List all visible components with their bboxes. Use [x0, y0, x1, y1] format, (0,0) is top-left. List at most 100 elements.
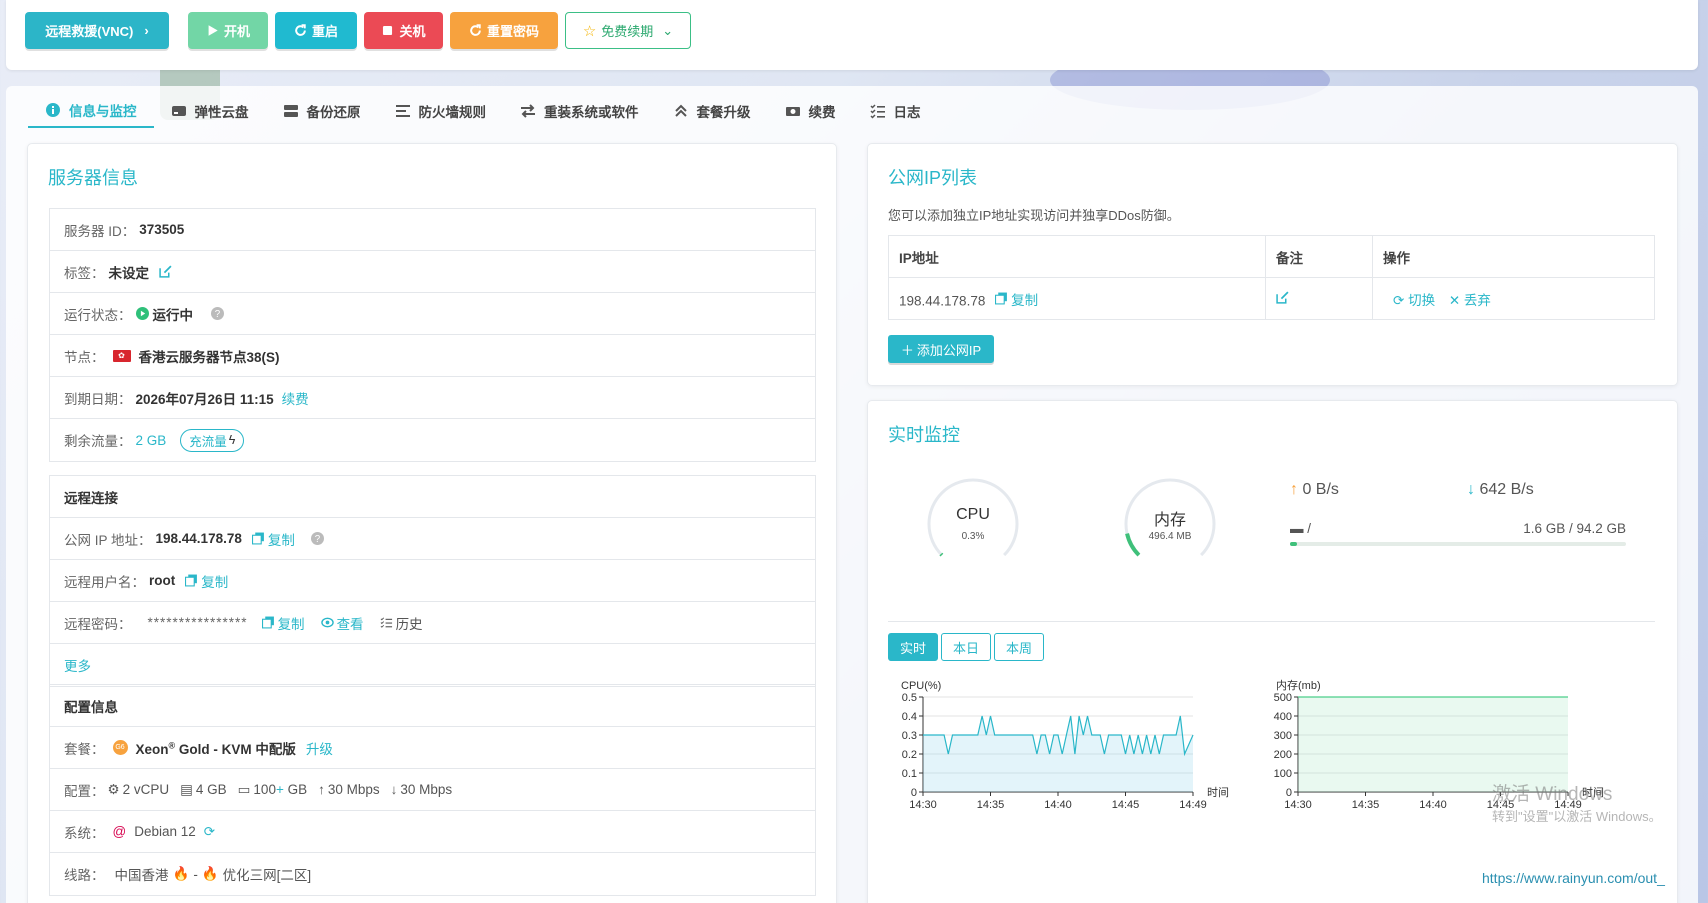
power-off-button[interactable]: 关机 [364, 12, 443, 49]
range-tab-today[interactable]: 本日 [941, 633, 991, 661]
swap-icon [521, 104, 535, 118]
range-tab-week[interactable]: 本周 [994, 633, 1044, 661]
server-info-card: 服务器信息 服务器 ID： 373505 标签： 未设定 运行状态： 运行中 ?… [27, 143, 837, 903]
power-on-button[interactable]: 开机 [188, 12, 268, 49]
switch-ip-button[interactable]: ⟳ 切换 [1393, 293, 1435, 308]
plan-row: 套餐： G6 Xeon® Gold - KVM 中配版 升级 [50, 727, 815, 769]
series-area [1298, 697, 1568, 792]
copy-icon [185, 574, 198, 587]
copy-icon [251, 532, 264, 545]
help-icon[interactable]: ? [310, 532, 324, 545]
password-history-button[interactable]: 历史 [380, 613, 423, 633]
card-title: 实时监控 [888, 425, 960, 445]
tab-renew[interactable]: 续费 [768, 94, 853, 128]
disk-icon: ▬ [1290, 521, 1304, 536]
disk-usage-bar [1290, 542, 1626, 546]
y-tick-label: 0 [1286, 787, 1292, 799]
edit-icon[interactable] [159, 265, 172, 278]
help-icon[interactable]: ? [211, 307, 224, 320]
view-password-button[interactable]: 查看 [320, 613, 364, 633]
series-area [923, 716, 1193, 792]
server-id-value: 373505 [139, 222, 185, 237]
recharge-traffic-button[interactable]: 充流量 ϟ [180, 428, 245, 452]
traffic-row: 剩余流量： 2 GB 充流量 ϟ [50, 419, 815, 461]
tab-firewall[interactable]: 防火墙规则 [378, 94, 504, 128]
card-title: 服务器信息 [48, 168, 138, 188]
windows-activation-title: 激活 Windows [1492, 784, 1613, 805]
divider [888, 621, 1655, 622]
memory-gauge-label: 内存 [1153, 512, 1186, 529]
section-header: 配置信息 [50, 685, 815, 727]
column-header: 操作 [1372, 235, 1655, 278]
x-tick-label: 14:45 [1112, 799, 1140, 811]
range-tab-realtime[interactable]: 实时 [888, 633, 938, 661]
column-header: IP地址 [888, 235, 1266, 278]
remote-user-value: root [149, 573, 176, 588]
remote-password-row: 远程密码： **************** 复制 查看 历史 [50, 602, 815, 644]
cpu-gauge: CPU 0.3% [925, 476, 1021, 572]
chart-title: 内存(mb) [1276, 679, 1321, 692]
x-axis-label: 时间 [1207, 786, 1229, 799]
refresh-icon[interactable]: ⟳ [204, 824, 215, 840]
realtime-monitor-card: 实时监控 CPU 0.3% 内存 496.4 MB ↑ 0 B/s ↓ 642 … [867, 400, 1678, 903]
node-row: 节点： ✿ 香港云服务器节点38(S) [50, 335, 815, 377]
ip-value: 198.44.178.78 [899, 293, 986, 308]
status-value: 运行中 [152, 307, 194, 323]
column-header: 备注 [1265, 235, 1373, 278]
log-icon [869, 104, 885, 119]
y-tick-label: 0.3 [902, 730, 917, 742]
memory-gauge-value: 496.4 MB [1148, 531, 1192, 542]
tab-upgrade[interactable]: 套餐升级 [656, 94, 768, 128]
renew-link[interactable]: 续费 [282, 388, 309, 408]
vnc-button[interactable]: 远程救援(VNC) › [25, 12, 169, 49]
x-tick-label: 14:40 [1419, 799, 1447, 811]
cpu-chip-icon: ⚙ [107, 781, 120, 797]
upgrade-link[interactable]: 升级 [306, 738, 333, 758]
upload-spec: 30 Mbps [327, 782, 380, 797]
memory-gauge: 内存 496.4 MB [1122, 476, 1218, 572]
line-type: 优化三网[二区] [222, 868, 312, 883]
copy-button[interactable]: 复制 [261, 613, 305, 633]
os-value: Debian 12 [134, 824, 196, 839]
stop-icon [383, 25, 393, 36]
tab-backup[interactable]: 备份还原 [266, 94, 378, 128]
restart-button[interactable]: 重启 [275, 12, 357, 49]
ram-spec: 4 GB [195, 782, 227, 797]
cpu-spec: 2 vCPU [122, 782, 170, 797]
tab-elastic-disk[interactable]: 弹性云盘 [154, 94, 266, 128]
chevron-right-icon: › [144, 23, 149, 38]
download-spec: 30 Mbps [400, 782, 453, 797]
card-description: 您可以添加独立IP地址实现访问并独享DDos防御。 [888, 208, 1180, 223]
y-tick-label: 0 [911, 787, 917, 799]
play-icon [208, 25, 218, 36]
reset-password-button[interactable]: 重置密码 [450, 12, 558, 49]
copy-button[interactable]: 复制 [185, 571, 228, 591]
tag-value: 未设定 [108, 265, 150, 281]
copy-button[interactable]: 复制 [251, 529, 295, 549]
expire-value: 2026年07月26日 11:15 [135, 391, 274, 407]
copy-button[interactable]: 复制 [995, 289, 1038, 309]
tab-info-monitor[interactable]: 信息与监控 [28, 94, 154, 128]
edit-icon[interactable] [1276, 290, 1289, 304]
more-row: 更多 [50, 644, 815, 686]
tab-reinstall[interactable]: 重装系统或软件 [503, 94, 656, 128]
disk-spec: 100+ GB [253, 782, 308, 797]
add-public-ip-button[interactable]: ＋添加公网IP [888, 335, 994, 363]
free-renew-button[interactable]: ☆ 免费续期 ⌄ [565, 12, 691, 49]
download-arrow-icon: ↓ [390, 782, 398, 797]
disk-icon: ▭ [237, 781, 251, 797]
action-toolbar: 远程救援(VNC) › 开机 重启 关机 重置密码 ☆ 免费续期 ⌄ [6, 0, 1698, 70]
line-region: 中国香港 [114, 868, 169, 883]
line-row: 线路： 中国香港 🔥 - 🔥 优化三网[二区] [64, 866, 312, 883]
windows-activation-subtitle: 转到"设置"以激活 Windows。 [1492, 809, 1662, 824]
range-tabs: 实时 本日 本周 [888, 633, 1044, 661]
disk-usage: ▬ / 1.6 GB / 94.2 GB [1290, 521, 1626, 546]
tab-log[interactable]: 日志 [853, 94, 938, 128]
chart-title: CPU(%) [901, 680, 941, 692]
plus-icon: ＋ [900, 342, 914, 358]
server-id-row: 服务器 ID： 373505 [50, 209, 815, 251]
y-tick-label: 0.2 [902, 749, 917, 761]
star-icon: ☆ [582, 22, 597, 40]
more-link[interactable]: 更多 [64, 655, 91, 675]
discard-ip-button[interactable]: ✕ 丢弃 [1449, 293, 1491, 308]
